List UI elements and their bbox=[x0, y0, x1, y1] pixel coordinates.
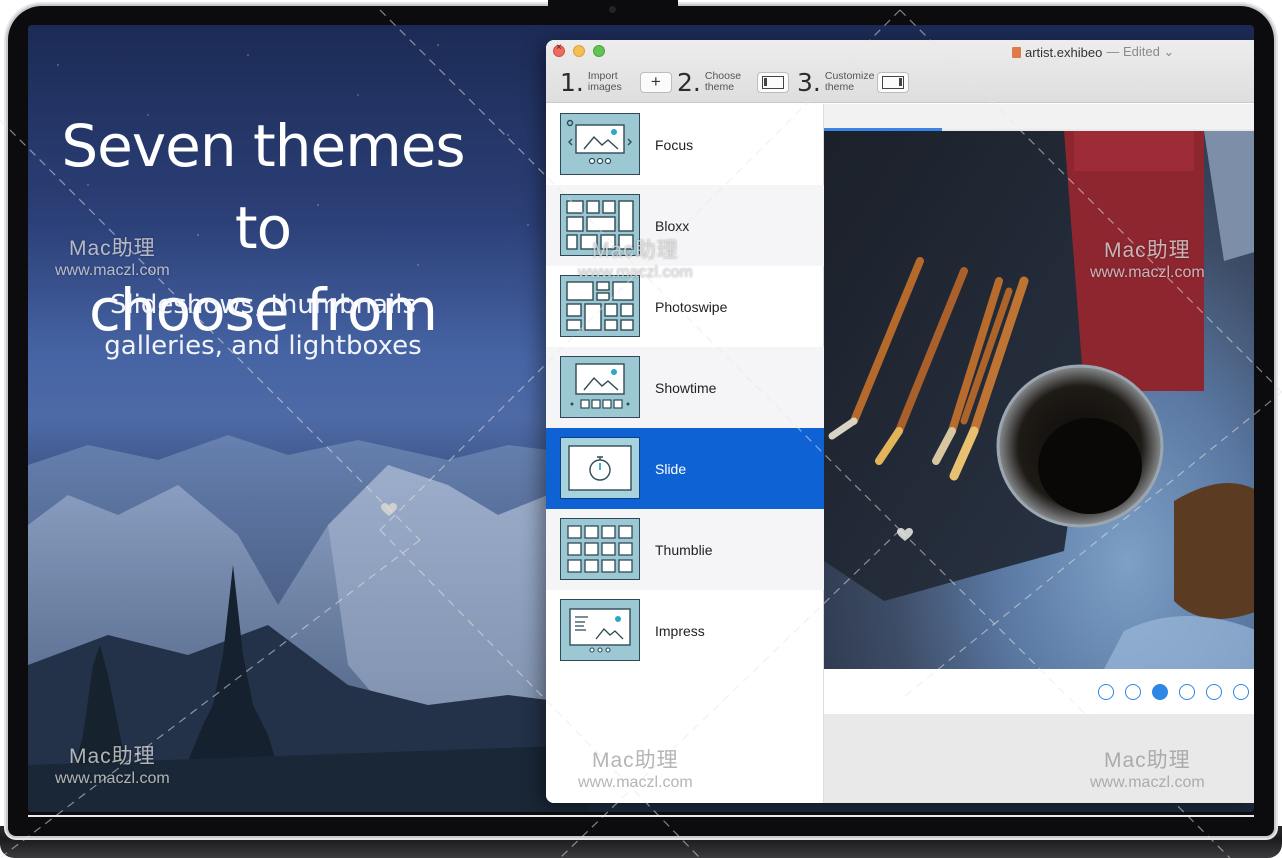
document-icon bbox=[1012, 46, 1021, 58]
watermark: Mac助理 www.maczl.com bbox=[55, 740, 170, 788]
title-bar: artist.exhibeo — Edited ⌄ 1. Import imag… bbox=[546, 40, 1254, 103]
impress-theme-icon bbox=[560, 599, 640, 661]
watermark-line1: Mac助理 bbox=[69, 237, 156, 260]
pagination-dot-6[interactable] bbox=[1233, 684, 1249, 700]
left-panel-icon bbox=[761, 75, 784, 89]
pagination-dot-2[interactable] bbox=[1125, 684, 1141, 700]
choose-theme-button[interactable] bbox=[756, 71, 789, 93]
watermark-line2: www.maczl.com bbox=[578, 264, 693, 281]
heart-icon bbox=[381, 503, 397, 516]
theme-item-thumblie[interactable]: Thumblie bbox=[546, 509, 824, 590]
theme-label: Photoswipe bbox=[655, 298, 728, 315]
theme-item-focus[interactable]: Focus bbox=[546, 104, 824, 185]
watermark-line2: www.maczl.com bbox=[55, 262, 170, 279]
step-choose-theme: 2. Choose theme bbox=[677, 67, 789, 97]
customize-theme-button[interactable] bbox=[876, 71, 909, 93]
step-number: 2. bbox=[677, 67, 701, 97]
step-label: Customize theme bbox=[824, 70, 875, 93]
pagination-dot-4[interactable] bbox=[1179, 684, 1195, 700]
exhibeo-window: artist.exhibeo — Edited ⌄ 1. Import imag… bbox=[546, 40, 1254, 803]
slide-photo[interactable] bbox=[824, 131, 1254, 669]
watermark: Mac助理 www.maczl.com bbox=[1090, 234, 1205, 282]
document-name: artist.exhibeo bbox=[1025, 44, 1103, 60]
screen: Seven themes to choose from Slideshows, … bbox=[28, 25, 1254, 812]
watermark-line1: Mac助理 bbox=[1104, 749, 1191, 772]
theme-item-slide[interactable]: Slide bbox=[546, 428, 824, 509]
watermark-line1: Mac助理 bbox=[1104, 239, 1191, 262]
watermark-line2: www.maczl.com bbox=[578, 774, 693, 791]
import-images-button[interactable]: + bbox=[639, 71, 672, 93]
paint-brushes-photo bbox=[824, 131, 1254, 669]
step-label: Choose theme bbox=[704, 70, 742, 93]
step-number: 3. bbox=[797, 67, 821, 97]
laptop-hinge-line bbox=[28, 815, 1254, 817]
theme-preview bbox=[824, 104, 1254, 803]
document-title[interactable]: artist.exhibeo — Edited ⌄ bbox=[1012, 44, 1174, 60]
preview-header bbox=[824, 104, 1254, 129]
theme-label: Focus bbox=[655, 136, 694, 153]
step-import-images: 1. Import images + bbox=[560, 67, 672, 97]
theme-list: Focus Bloxx Photoswipe Showtime Slide Th… bbox=[546, 104, 824, 803]
minimize-window-button[interactable] bbox=[573, 45, 585, 57]
zoom-window-button[interactable] bbox=[593, 45, 605, 57]
theme-label: Showtime bbox=[655, 379, 717, 396]
slide-pagination bbox=[824, 669, 1254, 714]
pagination-dot-5[interactable] bbox=[1206, 684, 1222, 700]
hero-subtitle: Slideshows, thumbnails galleries, and li… bbox=[104, 290, 422, 361]
theme-item-impress[interactable]: Impress bbox=[546, 590, 824, 671]
theme-label: Thumblie bbox=[655, 541, 713, 558]
step-label: Import images bbox=[587, 70, 622, 93]
watermark: Mac助理 www.maczl.com bbox=[578, 744, 693, 792]
right-panel-icon bbox=[881, 75, 904, 89]
theme-label: Impress bbox=[655, 622, 705, 639]
watermark-line1: Mac助理 bbox=[592, 749, 679, 772]
camera-icon bbox=[609, 6, 616, 13]
heart-icon bbox=[897, 528, 913, 541]
plus-icon: + bbox=[650, 72, 661, 91]
step-number: 1. bbox=[560, 67, 584, 97]
close-window-button[interactable] bbox=[553, 42, 565, 57]
watermark-line2: www.maczl.com bbox=[1090, 264, 1205, 281]
watermark-line1: Mac助理 bbox=[69, 745, 156, 768]
watermark: Mac助理 www.maczl.com bbox=[578, 234, 693, 282]
slide-theme-icon bbox=[560, 437, 640, 499]
document-status: — Edited ⌄ bbox=[1106, 44, 1175, 59]
watermark-line1: Mac助理 bbox=[592, 239, 679, 262]
thumblie-theme-icon bbox=[560, 518, 640, 580]
watermark-line2: www.maczl.com bbox=[1090, 774, 1205, 791]
pagination-dot-1[interactable] bbox=[1098, 684, 1114, 700]
pagination-dot-3[interactable] bbox=[1152, 684, 1168, 700]
showtime-theme-icon bbox=[560, 356, 640, 418]
focus-theme-icon bbox=[560, 113, 640, 175]
theme-label: Slide bbox=[655, 460, 687, 477]
watermark-line2: www.maczl.com bbox=[55, 770, 170, 787]
camera-notch bbox=[548, 0, 678, 22]
step-customize-theme: 3. Customize theme bbox=[797, 67, 909, 97]
theme-label: Bloxx bbox=[655, 217, 690, 234]
photoswipe-theme-icon bbox=[560, 275, 640, 337]
watermark: Mac助理 www.maczl.com bbox=[1090, 744, 1205, 792]
theme-item-showtime[interactable]: Showtime bbox=[546, 347, 824, 428]
watermark: Mac助理 www.maczl.com bbox=[55, 232, 170, 280]
